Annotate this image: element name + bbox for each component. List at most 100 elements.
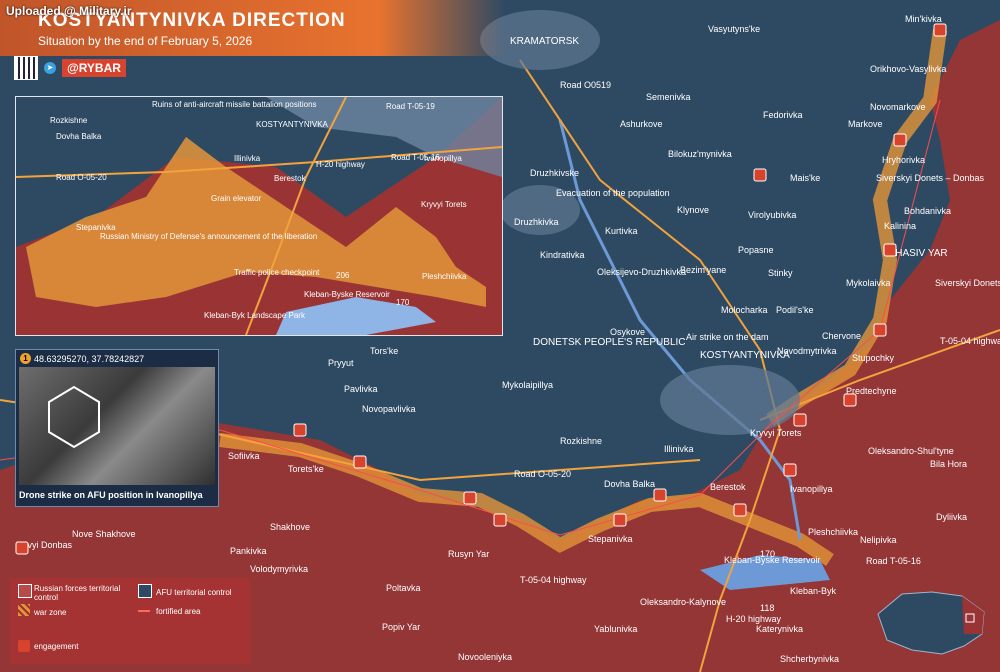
map-label: Oleksandro-Kalynove xyxy=(640,597,726,607)
inset-label: Ivanopillya xyxy=(424,154,462,163)
engagement-icon xyxy=(293,423,307,437)
map-label: Pryyut xyxy=(328,358,354,368)
map-label: Druzhkivske xyxy=(530,168,579,178)
map-label: Evacuation of the population xyxy=(556,188,670,198)
map-label: CHASIV YAR xyxy=(888,248,948,259)
inset-svg: Rozkishne Dovha Balka Ruins of anti-aircra… xyxy=(16,97,502,335)
map-label: Mykolaivka xyxy=(846,278,891,288)
map-label: Osykove xyxy=(610,327,645,337)
map-label: Podil's'ke xyxy=(776,305,813,315)
engagement-icon xyxy=(613,513,627,527)
inset-label: Traffic police checkpoint xyxy=(234,268,320,277)
legend: Russian forces territorial control AFU t… xyxy=(10,578,250,664)
map-label: DONETSK PEOPLE'S REPUBLIC xyxy=(533,337,686,348)
legend-engagement-label: engagement xyxy=(34,642,79,651)
map-label: Stupochky xyxy=(852,353,895,363)
map-label: Pleshchiivka xyxy=(808,527,858,537)
map-label: Nelipivka xyxy=(860,535,897,545)
legend-russian-swatch xyxy=(18,584,32,598)
legend-fortified-swatch xyxy=(138,610,150,612)
inset-label: Illinivka xyxy=(234,154,261,163)
inset-label: Grain elevator xyxy=(211,194,262,203)
map-label: Poltavka xyxy=(386,583,421,593)
inset-label: 170 xyxy=(396,298,410,307)
engagement-icon xyxy=(463,491,477,505)
engagement-icon xyxy=(653,488,667,502)
map-label: Oleksandro-Shul'tyne xyxy=(868,446,954,456)
drone-footage-image xyxy=(19,367,215,485)
map-label: Oleksijevo-Druzhkivka xyxy=(597,267,686,277)
map-label: Road O-05-20 xyxy=(514,469,571,479)
map-label: Yablunivka xyxy=(594,624,637,634)
legend-fortified-label: fortified area xyxy=(156,607,201,616)
map-label: Fedorivka xyxy=(763,110,803,120)
page-subtitle: Situation by the end of February 5, 2026 xyxy=(38,34,253,48)
engagement-icon xyxy=(873,323,887,337)
map-label: Markove xyxy=(848,119,883,129)
engagement-icon xyxy=(353,455,367,469)
map-label: Illinivka xyxy=(664,444,694,454)
map-label: Klynove xyxy=(677,205,709,215)
map-label: H-20 highway xyxy=(726,614,782,624)
map-label: Bilokuz'mynivka xyxy=(668,149,732,159)
map-label: Bohdanivka xyxy=(904,206,951,216)
kostyantynivka-city xyxy=(660,365,800,435)
map-label: Road O0519 xyxy=(560,80,611,90)
engagement-icon xyxy=(15,541,29,555)
map-label: Rozkishne xyxy=(560,436,602,446)
map-label: Novooleniyka xyxy=(458,652,512,662)
map-label: Road T-05-16 xyxy=(866,556,921,566)
map-label: Sofiivka xyxy=(228,451,260,461)
map-label: Vasyutyns'ke xyxy=(708,24,760,34)
inset-label: Dovha Balka xyxy=(56,132,102,141)
drone-strike-panel: 1 48.63295270, 37.78242827 Drone strike … xyxy=(15,349,219,507)
map-label: Stepanivka xyxy=(588,534,633,544)
inset-label: Kleban-Byske Reservoir xyxy=(304,290,390,299)
inset-label: H-20 highway xyxy=(316,160,365,169)
map-canvas: KRAMATORSK Road O0519 Vasyutyns'ke Min'kivk… xyxy=(0,0,1000,672)
legend-war-zone-label: war zone xyxy=(34,608,67,617)
map-label: Shakhove xyxy=(270,522,310,532)
map-label: Berestok xyxy=(710,482,746,492)
inset-label: Pleshchiivka xyxy=(422,272,467,281)
engagement-icon xyxy=(783,463,797,477)
map-label: Virolyubivka xyxy=(748,210,796,220)
map-label: Volodymyrivka xyxy=(250,564,308,574)
map-label: Novomarkove xyxy=(870,102,926,112)
map-label: 170 xyxy=(760,549,775,559)
inset-label: Kryvyi Torets xyxy=(421,200,467,209)
inset-label: 206 xyxy=(336,271,350,280)
target-hexagon-icon xyxy=(48,385,100,449)
strike-coordinates: 48.63295270, 37.78242827 xyxy=(34,354,145,364)
ukraine-minimap xyxy=(877,591,985,655)
inset-label: Rozkishne xyxy=(50,116,88,125)
map-label: Pavlivka xyxy=(344,384,378,394)
map-label: Ivanopillya xyxy=(790,484,833,494)
engagement-icon xyxy=(493,513,507,527)
brand-handle: @RYBAR xyxy=(62,59,126,77)
marker-badge: 1 xyxy=(20,353,31,364)
map-label: Air strike on the dam xyxy=(686,332,769,342)
map-label: Popasne xyxy=(738,245,774,255)
map-label: KRAMATORSK xyxy=(510,36,579,47)
map-label: Stinky xyxy=(768,268,793,278)
engagement-icon xyxy=(733,503,747,517)
map-label: Siverskyi Donets – Donbas xyxy=(935,278,1000,288)
map-label: Min'kivka xyxy=(905,14,942,24)
map-label: Katerynivka xyxy=(756,624,803,634)
telegram-icon: ➤ xyxy=(44,62,56,74)
inset-label: Stepanivka xyxy=(76,223,116,232)
map-label: Popiv Yar xyxy=(382,622,420,632)
legend-russian-label: Russian forces territorial control xyxy=(34,584,121,602)
map-label: Bezim'yane xyxy=(680,265,726,275)
map-label: Pankivka xyxy=(230,546,267,556)
map-label: T-05-04 highway xyxy=(520,575,587,585)
map-label: Rusyn Yar xyxy=(448,549,489,559)
legend-war-zone-swatch xyxy=(18,604,30,616)
qr-code-icon xyxy=(14,56,38,80)
map-label: Siverskyi Donets – Donbas xyxy=(876,173,985,183)
inset-label: Kleban-Byk Landscape Park xyxy=(204,311,306,320)
inset-label: Russian Ministry of Defense's announceme… xyxy=(100,232,317,241)
map-label: Kurtivka xyxy=(605,226,638,236)
inset-map: Rozkishne Dovha Balka Ruins of anti-aircra… xyxy=(15,96,503,336)
